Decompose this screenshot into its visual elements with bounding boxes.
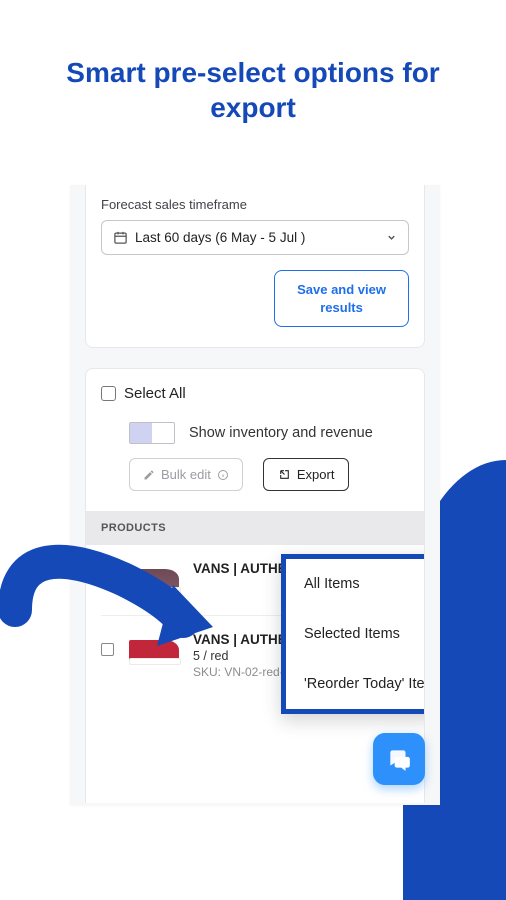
calendar-icon	[113, 230, 128, 245]
page-title: Smart pre-select options for export	[0, 0, 506, 125]
select-all-label: Select All	[124, 385, 186, 402]
date-range-select[interactable]: Last 60 days (6 May - 5 Jul )	[101, 220, 409, 255]
row-checkbox[interactable]	[101, 572, 114, 585]
row-checkbox[interactable]	[101, 643, 114, 656]
export-label: Export	[297, 467, 335, 482]
product-thumbnail	[126, 632, 181, 670]
dropdown-item-reorder[interactable]: 'Reorder Today' Items	[286, 659, 425, 709]
export-icon	[278, 468, 291, 481]
save-view-results-button[interactable]: Save and view results	[274, 270, 409, 327]
pencil-icon	[143, 469, 155, 481]
chat-icon	[386, 746, 412, 772]
toggle-label: Show inventory and revenue	[189, 425, 373, 441]
dropdown-item-selected[interactable]: Selected Items	[286, 609, 425, 659]
select-all-checkbox[interactable]	[101, 386, 116, 401]
export-button[interactable]: Export	[263, 458, 350, 491]
products-column-header: PRODUCTS	[85, 511, 425, 545]
screenshot-panel: Forecast sales timeframe Last 60 days (6…	[70, 185, 440, 805]
info-icon	[217, 469, 229, 481]
export-dropdown: All Items Selected Items 'Reorder Today'…	[281, 554, 425, 714]
bulk-edit-label: Bulk edit	[161, 467, 211, 482]
chevron-down-icon	[386, 232, 397, 243]
inventory-revenue-toggle[interactable]	[129, 422, 175, 444]
date-range-value: Last 60 days (6 May - 5 Jul )	[135, 230, 305, 245]
bulk-edit-button[interactable]: Bulk edit	[129, 458, 243, 491]
forecast-card: Forecast sales timeframe Last 60 days (6…	[85, 185, 425, 348]
forecast-label: Forecast sales timeframe	[101, 197, 409, 212]
dropdown-item-all[interactable]: All Items	[286, 559, 425, 609]
product-thumbnail	[126, 561, 181, 599]
chat-fab[interactable]	[373, 733, 425, 785]
